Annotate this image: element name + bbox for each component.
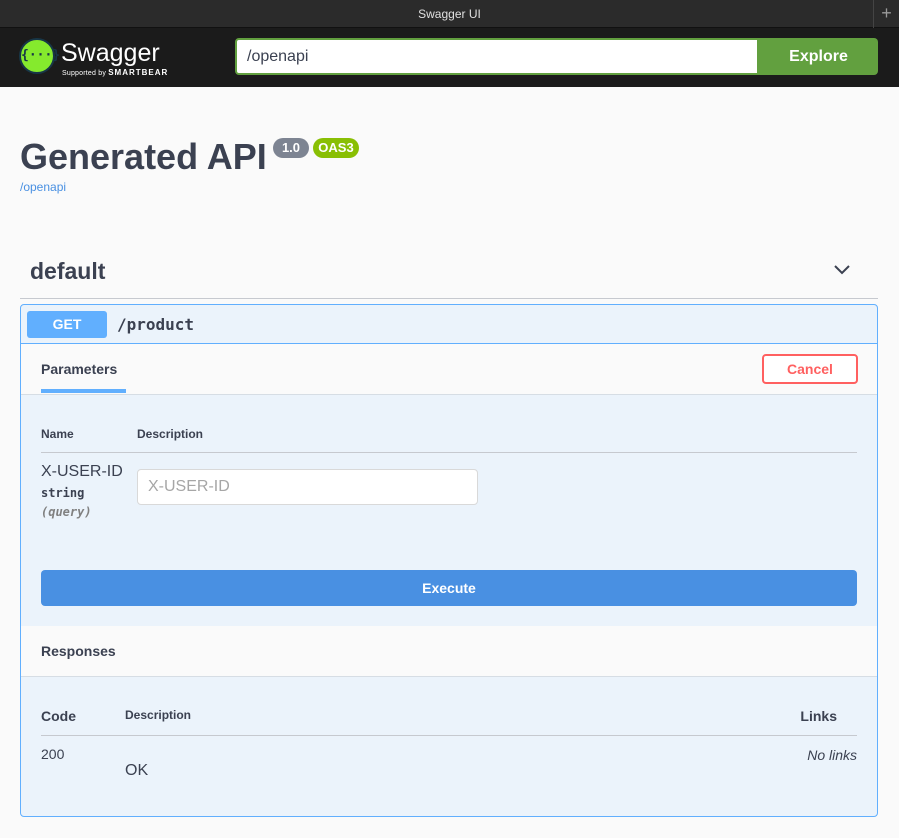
chevron-down-icon[interactable]: [833, 262, 851, 276]
col-header-name: Name: [41, 427, 74, 441]
window-titlebar: Swagger UI +: [0, 0, 899, 28]
cancel-button[interactable]: Cancel: [762, 354, 858, 384]
explore-button[interactable]: Explore: [759, 38, 878, 75]
col-header-description: Description: [137, 427, 204, 441]
tab-underline: [41, 389, 126, 393]
resp-col-description: Description: [125, 708, 192, 722]
spec-url-input[interactable]: /openapi: [235, 38, 759, 75]
tab-parameters[interactable]: Parameters: [41, 361, 117, 377]
operation-summary[interactable]: GET /product: [21, 305, 877, 344]
spec-url-link[interactable]: /openapi: [20, 180, 66, 194]
version-badge: 1.0: [273, 138, 309, 158]
resp-col-code: Code: [41, 708, 76, 724]
responses-table-divider: [41, 735, 857, 736]
logo-glyph: {···}: [21, 48, 61, 63]
window-title: Swagger UI: [418, 7, 481, 21]
execute-button[interactable]: Execute: [41, 570, 857, 606]
param-name: X-USER-ID: [41, 463, 123, 480]
param-type: string: [41, 486, 85, 500]
parameters-header: Parameters Cancel: [21, 344, 877, 395]
response-code: 200: [41, 746, 65, 762]
operation-block: GET /product Parameters Cancel Name Desc…: [20, 304, 878, 817]
params-table-divider: [41, 452, 857, 453]
response-links: No links: [807, 747, 857, 763]
resp-col-links: Links: [800, 708, 837, 724]
method-badge: GET: [27, 311, 107, 338]
param-value-input[interactable]: X-USER-ID: [137, 469, 478, 505]
swagger-logo-icon: {···}: [19, 38, 61, 74]
api-title: Generated API: [20, 136, 267, 177]
logo-name: Swagger: [61, 39, 160, 67]
tag-divider: [20, 298, 878, 299]
new-tab-button[interactable]: +: [873, 0, 899, 28]
operation-path: /product: [117, 315, 195, 334]
tag-title[interactable]: default: [30, 258, 105, 285]
responses-header: Responses: [21, 626, 877, 677]
responses-title: Responses: [41, 643, 116, 659]
param-location: (query): [41, 505, 92, 519]
oas-badge: OAS3: [313, 138, 359, 158]
response-description: OK: [125, 762, 149, 779]
logo-subtitle: Supported by SMARTBEAR: [62, 68, 169, 77]
